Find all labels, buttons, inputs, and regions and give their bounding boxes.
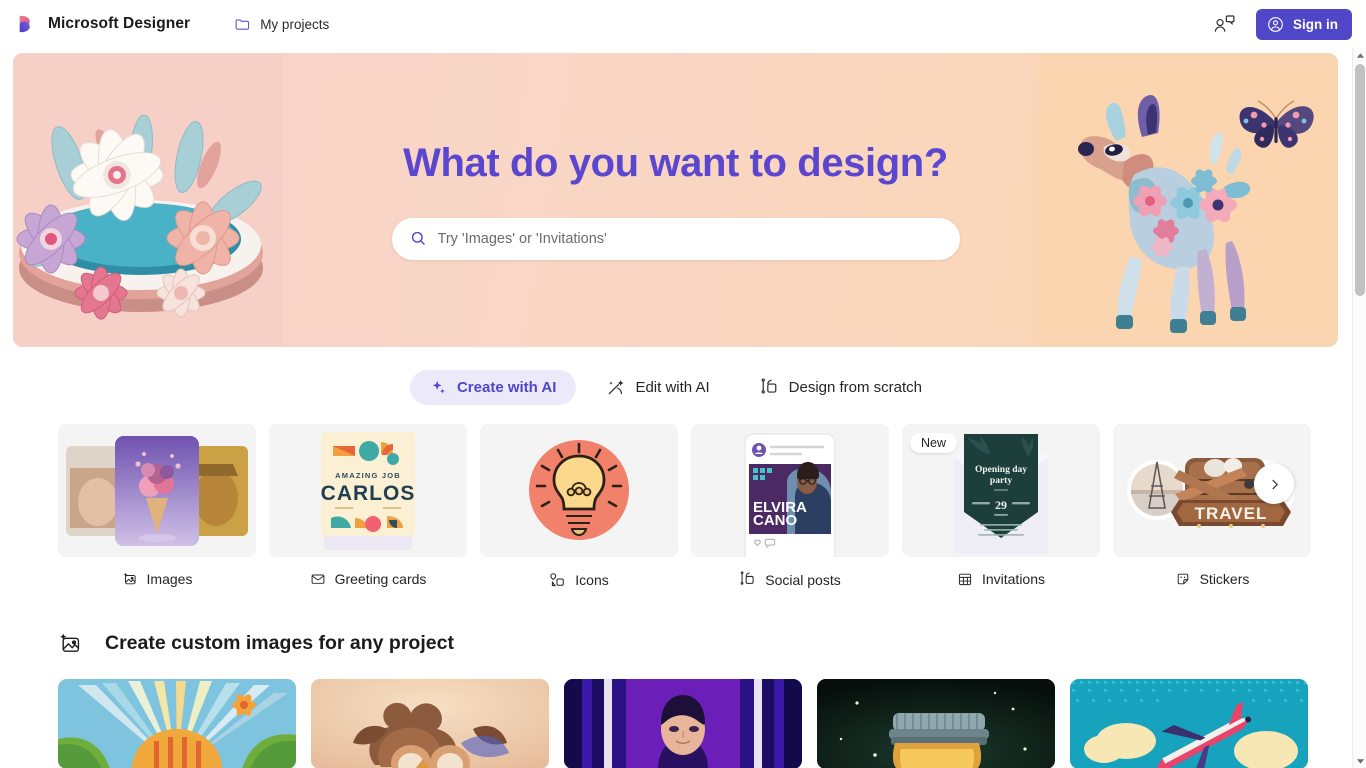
social-post-icon [739, 571, 756, 588]
category-card-greeting-cards: AMAZING JOB CARLOS Greeting cards [269, 424, 467, 588]
category-label-invitations-text: Invitations [981, 571, 1046, 587]
gallery-item-portrait-neon[interactable] [564, 679, 802, 768]
category-label-greeting-cards[interactable]: Greeting cards [269, 571, 467, 587]
header-actions: Sign in [1210, 8, 1352, 40]
category-label-images[interactable]: Images [58, 571, 256, 587]
brand[interactable]: Microsoft Designer [16, 13, 190, 35]
category-label-stickers[interactable]: Stickers [1113, 571, 1311, 587]
scroll-up-button[interactable] [1353, 48, 1366, 62]
action-create-with-ai[interactable]: Create with AI [409, 370, 577, 405]
category-thumb-greeting-cards[interactable]: AMAZING JOB CARLOS [269, 424, 467, 557]
category-card-list: Images AMAZING JOB CARLOS Greeting cards… [58, 424, 1352, 588]
social-post-name-line2: CANO [753, 512, 797, 529]
nav-my-projects[interactable]: My projects [226, 11, 337, 38]
carousel-next-button[interactable] [1254, 464, 1294, 504]
category-thumb-invitations[interactable]: New Opening day party 29 [902, 424, 1100, 557]
action-create-with-ai-label: Create with AI [456, 379, 557, 396]
sign-in-label: Sign in [1293, 16, 1338, 32]
person-circle-icon [1267, 16, 1284, 33]
category-label-social-posts-text: Social posts [765, 571, 841, 588]
magic-wand-icon [606, 378, 625, 397]
category-card-images: Images [58, 424, 256, 588]
category-thumb-images[interactable] [58, 424, 256, 557]
action-edit-with-ai-label: Edit with AI [635, 379, 710, 396]
category-card-stickers: TRAVEL Stickers [1113, 424, 1311, 588]
shapes-icon [760, 378, 779, 397]
folder-icon [234, 16, 251, 33]
sticker-travel-text: TRAVEL [1195, 504, 1268, 523]
category-thumb-icons[interactable] [480, 424, 678, 557]
nav-my-projects-label: My projects [260, 16, 330, 32]
category-carousel: Images AMAZING JOB CARLOS Greeting cards… [0, 424, 1352, 588]
gallery-item-owl[interactable] [311, 679, 549, 768]
search-icon [410, 230, 427, 247]
greeting-card-main-text: CARLOS [321, 482, 416, 505]
gallery-item-sunburst[interactable] [58, 679, 296, 768]
feedback-button[interactable] [1210, 9, 1240, 39]
action-design-from-scratch-label: Design from scratch [788, 379, 923, 396]
sign-in-button[interactable]: Sign in [1256, 8, 1352, 40]
gallery-item-airplane[interactable] [1070, 679, 1308, 768]
app-title: Microsoft Designer [48, 15, 191, 32]
badge-new: New [910, 433, 958, 453]
category-label-invitations[interactable]: Invitations [902, 571, 1100, 587]
invitation-title-line1: Opening day [975, 465, 1027, 475]
chevron-right-icon [1267, 477, 1282, 492]
category-card-invitations: New Opening day party 29 Invitations [902, 424, 1100, 588]
sticker-smiley-icon [1175, 571, 1191, 587]
category-label-stickers-text: Stickers [1199, 571, 1250, 587]
action-mode-row: Create with AI Edit with AI Design from … [0, 369, 1352, 406]
image-sparkle-icon [58, 631, 83, 656]
category-label-images-text: Images [146, 571, 193, 587]
hero-content: What do you want to design? [13, 53, 1338, 347]
page-scroll-area: What do you want to design? Create with … [0, 48, 1352, 768]
action-edit-with-ai[interactable]: Edit with AI [586, 369, 729, 406]
category-card-icons: Icons [480, 424, 678, 588]
search-input[interactable] [437, 230, 942, 247]
category-card-social-posts: ELVIRA CANO Social posts [691, 424, 889, 588]
caret-down-icon [1356, 758, 1365, 765]
designer-logo-icon [16, 13, 38, 35]
section-title-custom-images: Create custom images for any project [105, 632, 454, 654]
category-thumb-social-posts[interactable]: ELVIRA CANO [691, 424, 889, 557]
invitation-day: 29 [995, 498, 1007, 512]
hero-title: What do you want to design? [403, 140, 948, 185]
scrollbar-thumb[interactable] [1355, 64, 1365, 296]
section-header-custom-images: Create custom images for any project [58, 631, 1352, 656]
action-design-from-scratch[interactable]: Design from scratch [740, 369, 942, 406]
invitation-title-line2: party [990, 476, 1012, 486]
sparkle-icon [430, 379, 447, 396]
caret-up-icon [1356, 52, 1365, 59]
hero-banner: What do you want to design? [13, 53, 1338, 347]
category-label-icons[interactable]: Icons [480, 571, 678, 588]
category-label-greeting-cards-text: Greeting cards [334, 571, 427, 587]
app-header: Microsoft Designer My projects Sign in [0, 0, 1366, 48]
greeting-card-top-text: AMAZING JOB [335, 471, 401, 480]
vertical-scrollbar[interactable] [1352, 48, 1366, 768]
feedback-chat-icon [1214, 14, 1236, 34]
icons-shapes-icon [549, 571, 566, 588]
envelope-icon [310, 571, 326, 587]
search-bar[interactable] [391, 217, 960, 260]
image-sparkle-icon [122, 571, 138, 587]
category-label-icons-text: Icons [575, 571, 609, 588]
calendar-grid-icon [957, 571, 973, 587]
category-label-social-posts[interactable]: Social posts [691, 571, 889, 588]
custom-images-gallery [58, 679, 1352, 768]
gallery-item-glowing-jar[interactable] [817, 679, 1055, 768]
scroll-down-button[interactable] [1353, 754, 1366, 768]
